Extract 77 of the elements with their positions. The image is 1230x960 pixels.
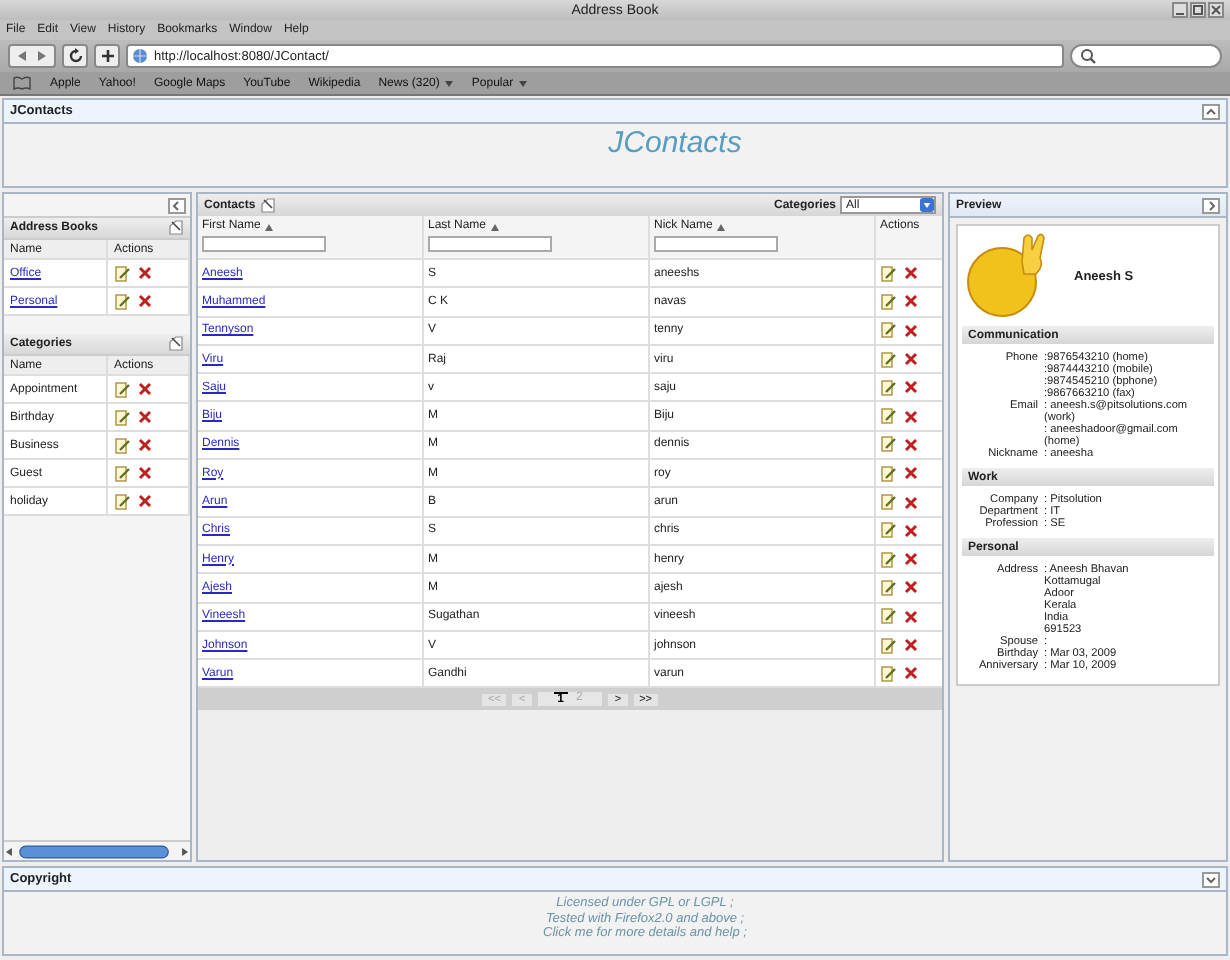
sort-icon[interactable] [264,221,275,231]
caret-icon [443,79,454,87]
delete-icon[interactable] [138,410,152,424]
close-icon[interactable] [1208,2,1224,18]
filter-field[interactable] [202,236,326,252]
edit-icon[interactable] [114,381,130,397]
delete-icon[interactable] [904,609,918,624]
reload-button[interactable] [62,44,88,68]
new-icon[interactable] [259,197,276,213]
delete-icon[interactable] [904,266,918,281]
delete-icon[interactable] [904,294,918,309]
edit-icon[interactable] [880,494,896,511]
new-icon[interactable] [168,336,184,352]
edit-icon[interactable] [880,436,896,453]
delete-icon[interactable] [138,438,152,452]
delete-icon[interactable] [904,523,918,538]
delete-icon[interactable] [138,466,152,480]
edit-icon[interactable] [114,493,130,509]
edit-icon[interactable] [880,408,896,425]
edit-icon[interactable] [114,437,130,453]
book-icon[interactable] [12,76,32,90]
scrollbar[interactable] [4,843,190,859]
delete-icon[interactable] [904,323,918,338]
delete-icon[interactable] [904,666,918,681]
caret-icon [517,79,528,87]
delete-icon[interactable] [138,294,152,308]
delete-icon[interactable] [904,409,918,424]
edit-icon[interactable] [880,637,896,653]
delete-icon[interactable] [138,494,152,508]
app-logo-text: JContacts [608,126,742,160]
plus-icon [99,48,115,64]
edit-icon[interactable] [880,579,896,596]
back-forward-buttons[interactable] [8,44,56,68]
edit-icon[interactable] [880,465,896,482]
back-icon[interactable] [16,50,28,62]
delete-icon[interactable] [904,437,918,452]
edit-icon[interactable] [880,522,896,539]
edit-icon[interactable] [114,409,130,425]
new-icon[interactable] [168,220,184,236]
delete-icon[interactable] [904,352,918,367]
sort-icon[interactable] [490,221,501,231]
edit-icon[interactable] [880,265,896,282]
search-field[interactable] [1070,44,1222,68]
edit-icon[interactable] [114,265,130,281]
maximize-icon[interactable] [1190,2,1206,18]
filter-field[interactable] [654,236,778,252]
delete-icon[interactable] [904,466,918,481]
edit-icon[interactable] [114,293,130,309]
edit-icon[interactable] [880,551,896,568]
reload-icon [67,48,83,64]
edit-icon[interactable] [880,379,896,396]
search-icon [1080,48,1098,64]
delete-icon[interactable] [904,580,918,595]
collapse-footer-icon[interactable] [1202,871,1220,887]
collapse-icon[interactable] [1202,103,1220,119]
edit-icon[interactable] [114,465,130,481]
delete-icon[interactable] [138,382,152,396]
sort-icon[interactable] [716,221,727,231]
collapse-left-icon[interactable] [168,197,186,213]
edit-icon[interactable] [880,322,896,339]
edit-icon[interactable] [880,351,896,368]
edit-icon[interactable] [880,293,896,310]
edit-icon[interactable] [880,665,896,682]
delete-icon[interactable] [138,266,152,280]
filter-field[interactable] [428,236,552,252]
avatar-icon [962,230,1050,322]
delete-icon[interactable] [904,495,918,510]
globe-icon [132,48,148,64]
expand-right-icon[interactable] [1202,197,1220,213]
forward-icon[interactable] [36,50,48,62]
add-bookmark-button[interactable] [94,44,120,68]
delete-icon[interactable] [904,380,918,395]
dropdown-arrow-icon [920,198,934,212]
edit-icon[interactable] [880,608,896,625]
minimize-icon[interactable] [1172,2,1188,18]
delete-icon[interactable] [904,552,918,567]
delete-icon[interactable] [904,638,918,652]
